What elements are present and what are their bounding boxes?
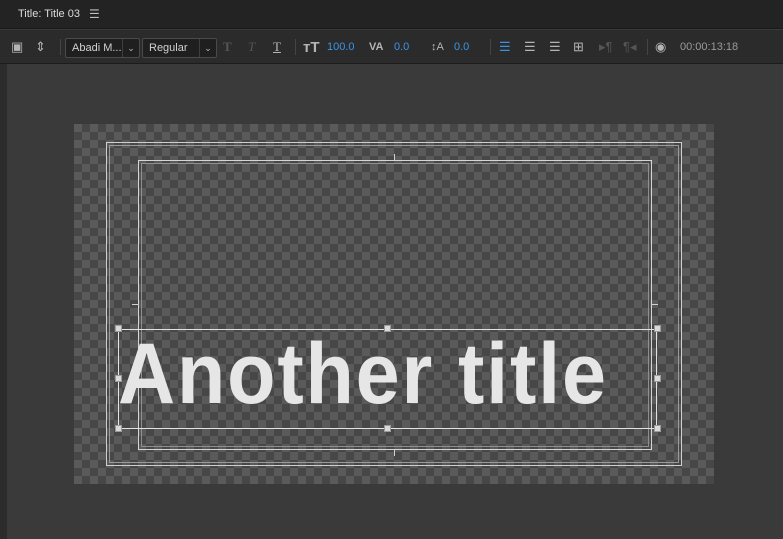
kerning-value[interactable]: 0.0 <box>394 30 409 64</box>
font-family-select[interactable]: Abadi M... ⌄ <box>65 38 140 58</box>
toolbar-divider <box>647 39 648 55</box>
align-center-icon[interactable]: ☰ <box>524 30 536 64</box>
faux-bold-icon[interactable]: T <box>223 30 232 64</box>
center-tick-top <box>394 154 395 160</box>
font-style-value: Regular <box>149 42 188 54</box>
center-tick-bottom <box>394 450 395 456</box>
resize-handle-right[interactable] <box>654 375 661 382</box>
text-tool-icon[interactable]: ▣ <box>11 30 23 64</box>
toolbar-divider <box>60 39 61 55</box>
text-bounding-box[interactable] <box>118 329 657 429</box>
chevron-down-icon: ⌄ <box>199 39 216 57</box>
title-toolbar: ▣ ⇕ Abadi M... ⌄ Regular ⌄ T T T ᴛT 100.… <box>0 30 783 64</box>
kerning-icon: VA <box>369 41 384 53</box>
resize-handle-top[interactable] <box>384 325 391 332</box>
toolbar-divider <box>490 39 491 55</box>
align-right-icon[interactable]: ☰ <box>549 30 561 64</box>
timecode[interactable]: 00:00:13:18 <box>680 30 738 64</box>
resize-handle-top-right[interactable] <box>654 325 661 332</box>
resize-handle-left[interactable] <box>115 375 122 382</box>
text-vertical-tool-icon[interactable]: ⇕ <box>35 30 46 64</box>
faux-italic-icon[interactable]: T <box>248 30 255 64</box>
font-size-value[interactable]: 100.0 <box>327 30 355 64</box>
font-size-icon: ᴛT <box>303 38 320 56</box>
paragraph-rtl-icon[interactable]: ¶◂ <box>623 30 637 64</box>
panel-header: Title: Title 03 ☰ <box>0 0 783 29</box>
font-style-select[interactable]: Regular ⌄ <box>142 38 217 58</box>
resize-handle-bottom-right[interactable] <box>654 425 661 432</box>
resize-handle-top-left[interactable] <box>115 325 122 332</box>
panel-title: Title: Title 03 <box>18 8 80 20</box>
resize-handle-bottom[interactable] <box>384 425 391 432</box>
center-tick-left <box>132 304 139 305</box>
chevron-down-icon: ⌄ <box>122 39 139 57</box>
leading-icon: ↕A <box>431 41 444 53</box>
title-canvas[interactable]: Another title <box>74 124 714 484</box>
show-background-video-icon[interactable]: ◉ <box>655 30 666 64</box>
panel-edge <box>0 64 7 539</box>
font-family-value: Abadi M... <box>72 42 122 54</box>
panel-menu-icon[interactable]: ☰ <box>89 7 100 21</box>
center-tick-right <box>651 304 658 305</box>
underline-icon[interactable]: T <box>273 30 281 64</box>
leading-value[interactable]: 0.0 <box>454 30 469 64</box>
toolbar-divider <box>295 39 296 55</box>
align-left-icon[interactable]: ☰ <box>499 30 511 64</box>
resize-handle-bottom-left[interactable] <box>115 425 122 432</box>
tab-stops-icon[interactable]: ⊞ <box>573 30 584 64</box>
paragraph-ltr-icon[interactable]: ▸¶ <box>599 30 613 64</box>
